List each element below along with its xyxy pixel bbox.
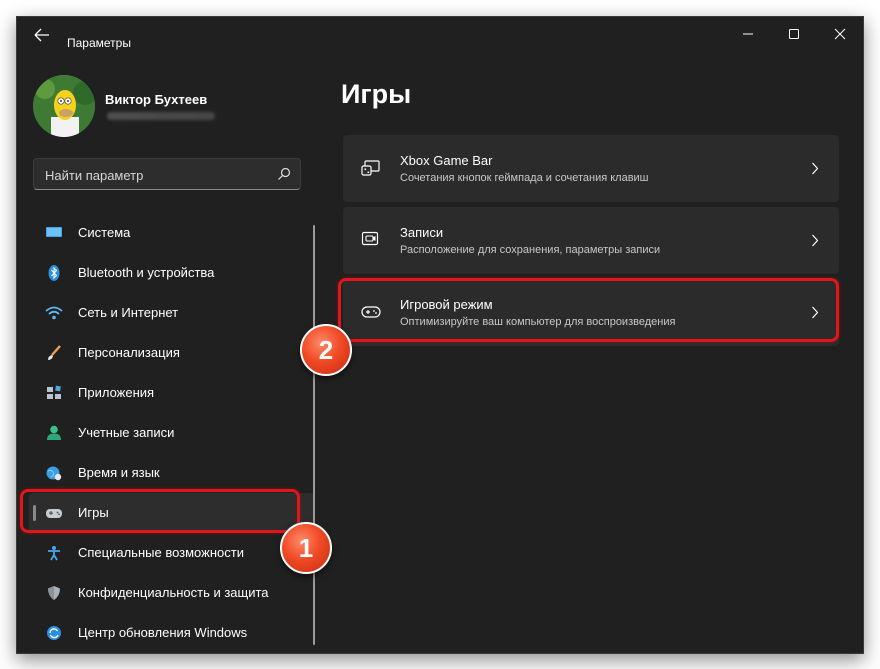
back-button[interactable] (31, 26, 53, 44)
wifi-icon (45, 306, 63, 320)
system-icon (46, 227, 62, 237)
avatar-image (33, 75, 95, 137)
settings-window: Параметры Виктор Бухтеев Найти параметр … (16, 16, 864, 654)
arrow-left-icon (34, 28, 49, 42)
card-subtitle: Расположение для сохранения, параметры з… (400, 244, 661, 256)
sidebar-item-label: Система (78, 225, 131, 240)
step-marker-1: 1 (280, 522, 332, 574)
minimize-icon (743, 33, 753, 35)
brush-icon (48, 345, 61, 360)
sidebar-item-label: Время и язык (78, 465, 160, 480)
sidebar-item-label: Специальные возможности (78, 545, 244, 560)
highlight-gaming (20, 489, 300, 533)
globe-icon (46, 466, 62, 481)
highlight-game-mode (338, 278, 839, 342)
minimize-button[interactable] (733, 23, 763, 45)
sidebar-nav: Система Bluetooth и устройства Сеть и Ин… (29, 213, 315, 653)
sidebar-item-label: Центр обновления Windows (78, 625, 248, 640)
shield-icon (48, 586, 60, 600)
card-title: Записи (400, 225, 444, 240)
user-email-blurred (107, 112, 215, 120)
sidebar-scrollbar[interactable] (313, 225, 315, 645)
update-icon (47, 626, 61, 640)
sidebar-item-label: Конфиденциальность и защита (78, 585, 269, 600)
accessibility-icon (48, 546, 60, 561)
sidebar-item-label: Сеть и Интернет (78, 305, 179, 320)
maximize-button[interactable] (779, 23, 809, 45)
card-title: Xbox Game Bar (400, 153, 493, 168)
search-icon (278, 167, 291, 180)
chevron-right-icon (812, 234, 819, 247)
sidebar-item-network[interactable]: Сеть и Интернет (29, 293, 315, 333)
sidebar-item-apps[interactable]: Приложения (29, 373, 315, 413)
card-xbox-game-bar[interactable]: Xbox Game Bar Сочетания кнопок геймпада … (343, 135, 839, 202)
card-captures[interactable]: Записи Расположение для сохранения, пара… (343, 207, 839, 274)
card-subtitle: Сочетания кнопок геймпада и сочетания кл… (400, 172, 649, 184)
account-icon (47, 425, 61, 440)
sidebar-item-label: Учетные записи (78, 425, 175, 440)
close-button[interactable] (825, 23, 855, 45)
window-title: Параметры (67, 36, 131, 50)
sidebar-item-label: Bluetooth и устройства (78, 265, 215, 280)
sidebar-item-label: Персонализация (78, 345, 180, 360)
sidebar-item-time-language[interactable]: Время и язык (29, 453, 315, 493)
sidebar-item-personalization[interactable]: Персонализация (29, 333, 315, 373)
maximize-icon (789, 29, 799, 39)
apps-icon (47, 385, 61, 399)
user-name: Виктор Бухтеев (105, 92, 208, 107)
avatar[interactable] (33, 75, 95, 137)
close-icon (834, 28, 846, 40)
sidebar-item-label: Приложения (78, 385, 155, 400)
sidebar-item-privacy[interactable]: Конфиденциальность и защита (29, 573, 315, 613)
step-marker-2: 2 (300, 324, 352, 376)
sidebar-item-accounts[interactable]: Учетные записи (29, 413, 315, 453)
sidebar-item-bluetooth[interactable]: Bluetooth и устройства (29, 253, 315, 293)
title-bar: Параметры (17, 17, 863, 51)
bluetooth-icon (48, 265, 60, 281)
sidebar-item-accessibility[interactable]: Специальные возможности (29, 533, 315, 573)
capture-icon (361, 231, 379, 246)
search-input[interactable]: Найти параметр (33, 158, 301, 190)
search-placeholder: Найти параметр (45, 168, 144, 183)
chevron-right-icon (812, 162, 819, 175)
page-title: Игры (341, 79, 412, 109)
game-bar-icon (361, 160, 380, 176)
sidebar-item-windows-update[interactable]: Центр обновления Windows (29, 613, 315, 653)
sidebar-item-system[interactable]: Система (29, 213, 315, 253)
